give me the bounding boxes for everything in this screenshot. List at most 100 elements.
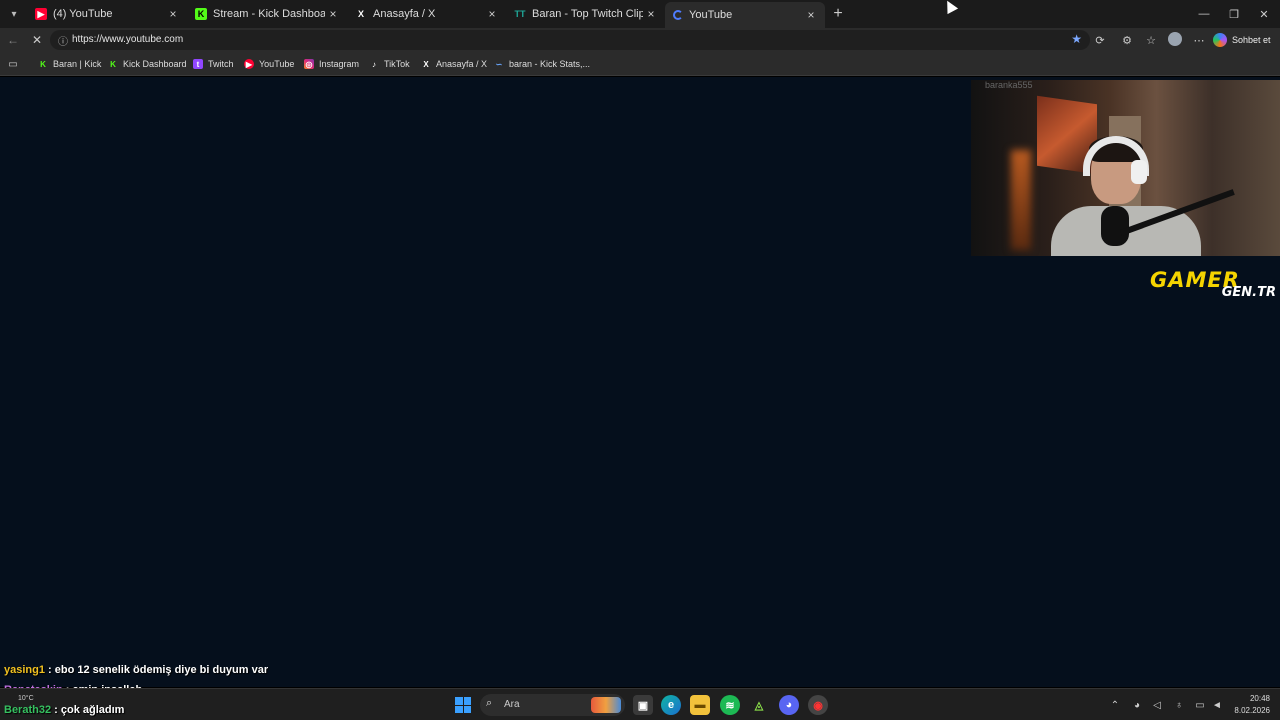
youtube-icon: ▶ [244, 59, 254, 69]
browser-toolbar: ← ✕ ⓘ https://www.youtube.com ★ ⟳ ⚙ ☆ ⋯ … [0, 28, 1280, 52]
webcam-overlay: baranka555 [971, 80, 1280, 256]
tiktok-icon: ♪ [372, 59, 376, 69]
more-options-icon[interactable]: ⋯ [1191, 32, 1207, 48]
copilot-label: Sohbet et [1232, 35, 1271, 45]
tab-twitchtracker[interactable]: TT Baran - Top Twitch Clips - TwitchTr × [506, 2, 665, 26]
discord-icon[interactable]: ◕ [779, 695, 799, 715]
tab-actions-menu-icon[interactable]: ▾ [4, 4, 24, 24]
chat-username: Berath32 [4, 704, 52, 716]
site-info-icon[interactable]: ⓘ [56, 33, 70, 48]
bookmark-label: YouTube [259, 59, 295, 69]
tray-overflow-icon[interactable]: ⌃ [1108, 698, 1122, 712]
profile-avatar[interactable] [1168, 32, 1182, 46]
bookmark-label: Kick Dashboard [123, 59, 187, 69]
bookmark-label: Twitch [208, 59, 234, 69]
windows-start-icon[interactable] [455, 697, 471, 713]
back-arrow-icon[interactable]: ← [4, 31, 22, 49]
instagram-icon: ◎ [304, 59, 314, 69]
bookmark-label: TikTok [384, 59, 410, 69]
minimize-button[interactable]: — [1196, 6, 1212, 22]
lamp-light [1011, 150, 1031, 250]
close-icon[interactable]: × [643, 6, 659, 22]
bookmark-instagram[interactable]: ◎ Instagram [304, 56, 359, 72]
x-icon: X [357, 9, 364, 19]
bookmark-kick-stats[interactable]: ∽ baran - Kick Stats,... [494, 56, 590, 72]
clock-time: 20:48 [1249, 694, 1270, 703]
network-icon[interactable]: ▭ [1193, 698, 1207, 712]
spotify-icon[interactable]: ≋ [720, 695, 740, 715]
favorites-icon[interactable]: ☆ [1143, 32, 1159, 48]
copilot-icon [1213, 33, 1227, 47]
tab-youtube-notifications[interactable]: ▶ (4) YouTube × [27, 2, 187, 26]
bookmark-twitch[interactable]: t Twitch [193, 56, 234, 72]
tab-label: Baran - Top Twitch Clips - TwitchTr [532, 8, 643, 20]
new-tab-button[interactable]: + [829, 5, 847, 23]
refresh-extension-icon[interactable]: ⟳ [1092, 32, 1108, 48]
system-clock[interactable]: 20:48 8.02.2026 [1230, 693, 1270, 717]
brand-line2: GEN.TR [1221, 285, 1276, 300]
search-icon: ⌕ [486, 697, 493, 709]
copilot-chat-button[interactable]: Sohbet et [1213, 31, 1271, 49]
bookmark-x-home[interactable]: X Anasayfa / X [421, 56, 487, 72]
search-placeholder: Ara [504, 699, 520, 710]
bookmark-label: baran - Kick Stats,... [509, 59, 591, 69]
close-window-button[interactable]: ✕ [1256, 6, 1272, 22]
twitch-icon: t [193, 59, 203, 69]
webcam-watermark: baranka555 [985, 80, 1033, 90]
speaker-icon[interactable]: ◄ [1210, 698, 1224, 712]
close-icon[interactable]: × [165, 6, 181, 22]
twitchtracker-icon: TT [514, 9, 526, 19]
maximize-button[interactable]: ❐ [1226, 6, 1242, 22]
x-icon: X [423, 59, 429, 69]
tab-youtube-active[interactable]: YouTube × [665, 2, 825, 28]
task-view-icon[interactable]: ▣ [633, 695, 653, 715]
tab-strip: ▾ ▶ (4) YouTube × K Stream - Kick Dashbo… [0, 0, 1280, 28]
close-icon[interactable]: × [484, 6, 500, 22]
sidebar-toggle-icon[interactable]: ▭ [6, 57, 20, 71]
obs-recording-icon[interactable]: ◉ [808, 695, 828, 715]
chat-username: yasing1 [4, 664, 45, 676]
close-icon[interactable]: × [325, 6, 341, 22]
clock-date: 8.02.2026 [1234, 706, 1270, 715]
tab-label: Anasayfa / X [373, 8, 436, 20]
gamergen-logo: GAMER GEN.TR [1148, 268, 1280, 302]
microphone-tray-icon[interactable]: ♁ [1172, 698, 1186, 712]
tab-label: YouTube [689, 9, 733, 21]
tab-label: (4) YouTube [53, 8, 113, 20]
bookmark-kick-dashboard[interactable]: K Kick Dashboard [108, 56, 187, 72]
bookmark-label: Instagram [319, 59, 360, 69]
chat-message: Berath32 : çok ağladım [4, 704, 124, 716]
url-text[interactable]: https://www.youtube.com [72, 34, 183, 45]
close-icon[interactable]: × [803, 7, 819, 23]
taskbar-search[interactable]: ⌕ Ara [480, 694, 625, 716]
bookmark-label: Anasayfa / X [436, 59, 488, 69]
chat-message: yasing1 : ebo 12 senelik ödemiş diye bi … [4, 664, 268, 676]
search-highlight-icon [591, 697, 621, 713]
tab-label: Stream - Kick Dashboard [213, 8, 325, 20]
bookmark-youtube[interactable]: ▶ YouTube [244, 56, 294, 72]
bookmark-tiktok[interactable]: ♪ TikTok [369, 56, 410, 72]
nvidia-app-icon[interactable]: ◬ [749, 695, 769, 715]
kick-icon: K [40, 59, 46, 69]
discord-tray-icon[interactable]: ◕ [1130, 698, 1144, 712]
stop-loading-icon[interactable]: ✕ [28, 31, 46, 49]
tab-x-home[interactable]: X Anasayfa / X × [347, 2, 506, 26]
kick-icon: K [195, 8, 207, 20]
chat-text: : çok ağladım [51, 704, 125, 716]
headset-earcup [1131, 160, 1147, 184]
volume-tray-icon[interactable]: ◁ [1150, 698, 1164, 712]
extensions-icon[interactable]: ⚙ [1119, 32, 1135, 48]
kick-icon: K [110, 59, 116, 69]
chat-text: : ebo 12 senelik ödemiş diye bi duyum va… [44, 664, 269, 676]
file-explorer-icon[interactable]: ▬ [690, 695, 710, 715]
edge-browser-icon[interactable]: e [661, 695, 681, 715]
favorite-star-icon[interactable]: ★ [1071, 32, 1082, 46]
tab-kick-dashboard[interactable]: K Stream - Kick Dashboard × [187, 2, 347, 26]
bookmark-baran-kick[interactable]: K Baran | Kick [38, 56, 101, 72]
address-bar[interactable]: ⓘ https://www.youtube.com ★ [50, 30, 1090, 50]
bookmark-label: Baran | Kick [53, 59, 102, 69]
kickstats-icon: ∽ [495, 59, 503, 69]
loading-spinner-icon [673, 10, 683, 20]
weather-widget[interactable]: 10°C [18, 695, 34, 702]
windows-taskbar: 10°C ⌕ Ara ▣ e ▬ ≋ ◬ ◕ ◉ ⌃ ◕ ◁ ♁ ▭ ◄ 20:… [0, 688, 1280, 720]
